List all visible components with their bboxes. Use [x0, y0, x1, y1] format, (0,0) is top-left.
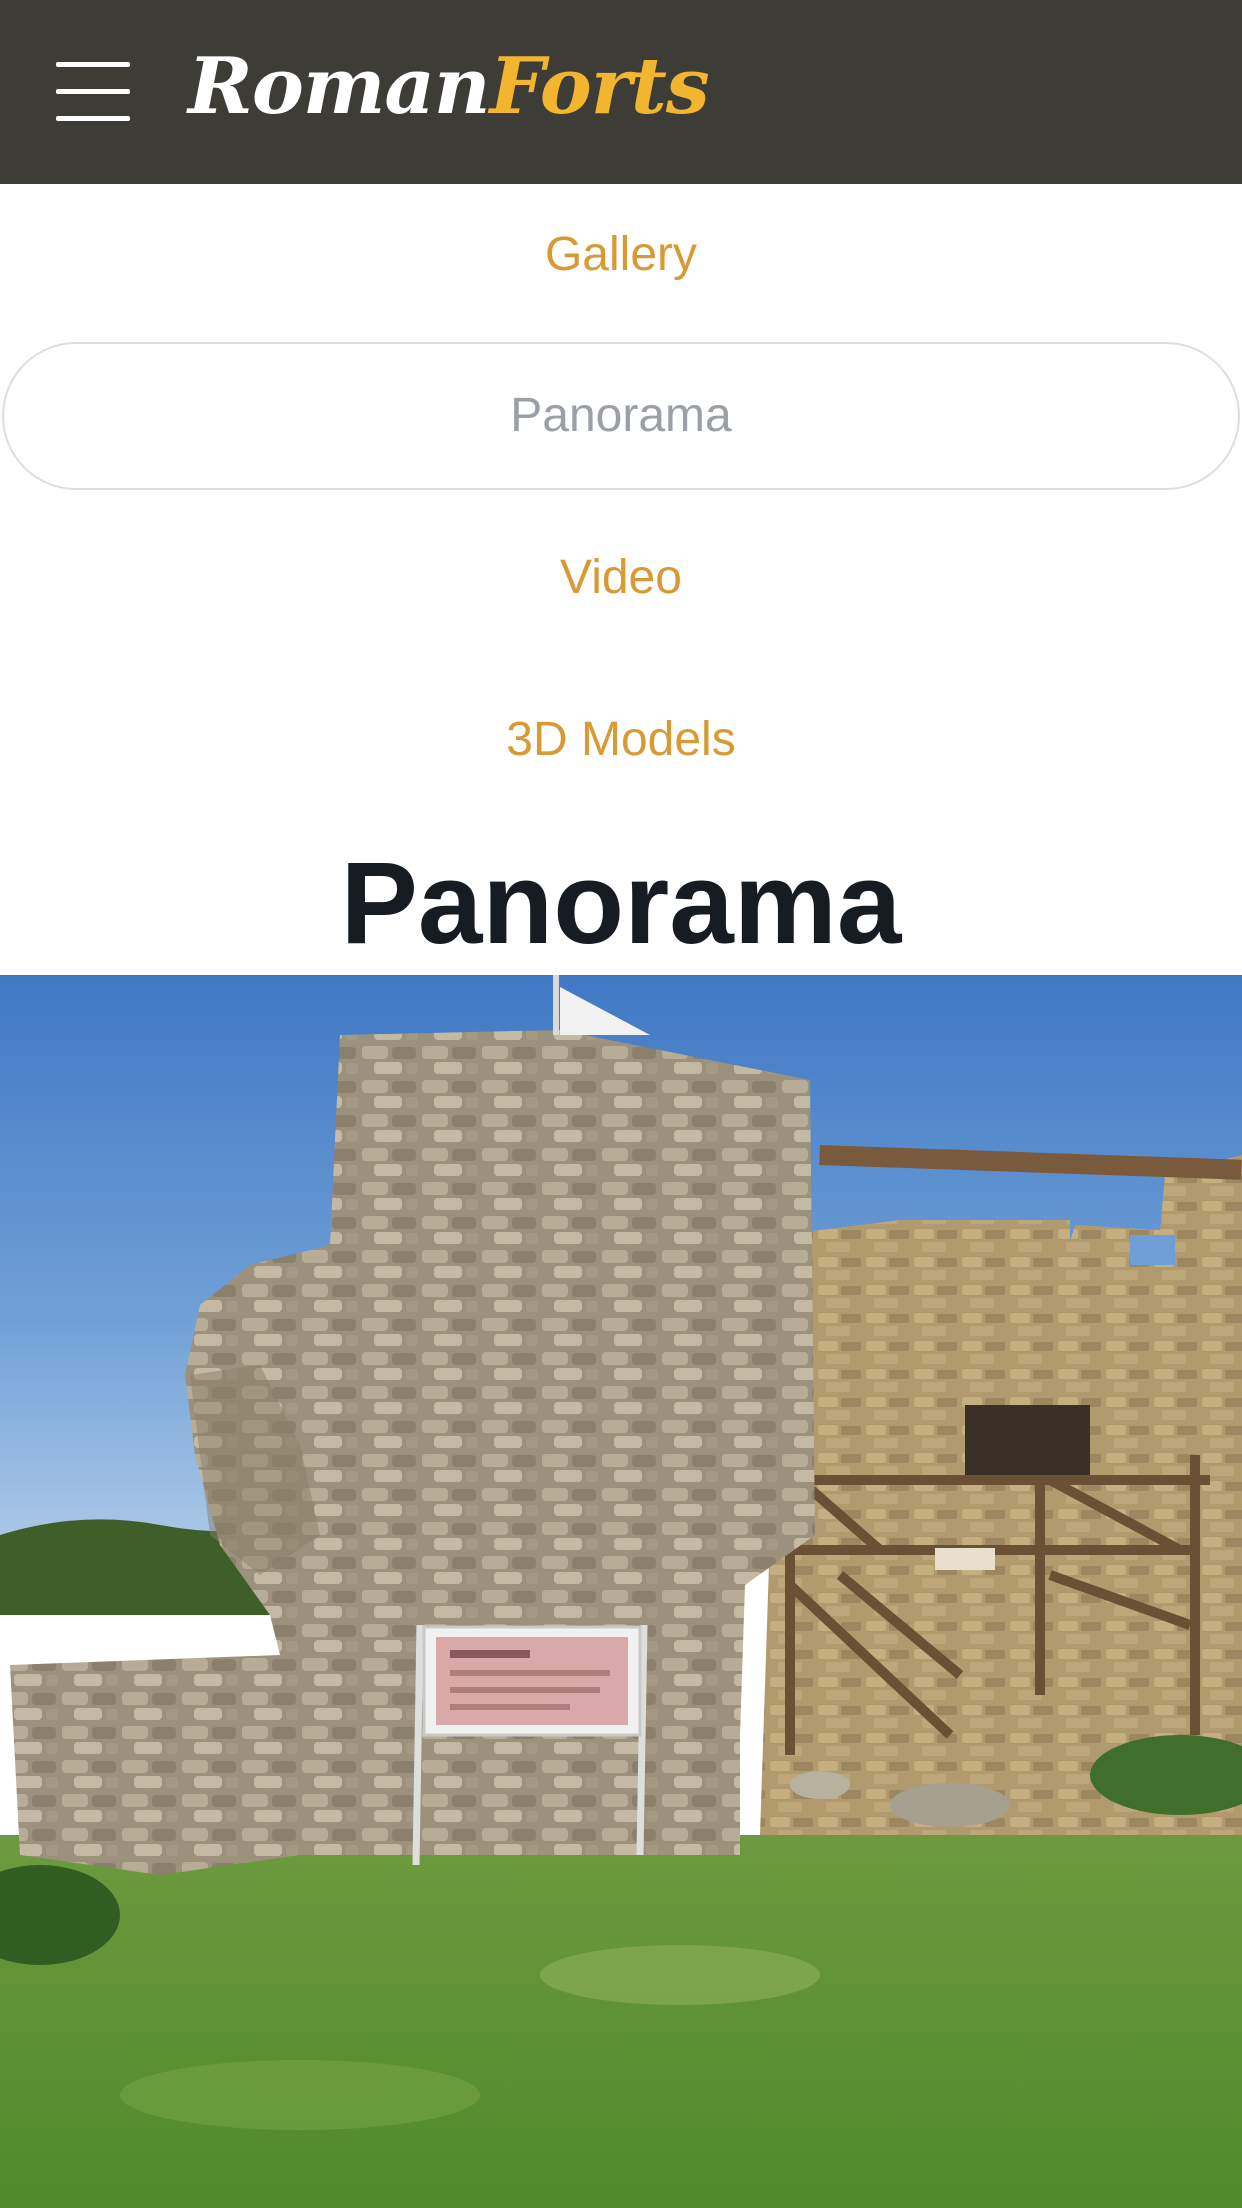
- nav-link-gallery[interactable]: Gallery: [0, 222, 1242, 288]
- site-logo[interactable]: RomanForts: [188, 32, 710, 142]
- nav-link-video[interactable]: Video: [0, 545, 1242, 611]
- menu-line: [56, 62, 130, 67]
- app-header: RomanForts: [0, 0, 1242, 184]
- nav-link-panorama[interactable]: Panorama: [2, 342, 1240, 490]
- page-title: Panorama: [340, 838, 902, 968]
- menu-line: [56, 116, 130, 121]
- menu-line: [56, 89, 130, 94]
- grass: [0, 1835, 1242, 2208]
- hamburger-menu-icon[interactable]: [56, 62, 130, 122]
- logo-text-forts: Forts: [489, 41, 710, 132]
- logo-text-roman: Roman: [188, 41, 491, 132]
- panorama-image[interactable]: [0, 975, 1242, 2208]
- nav-link-3d-models[interactable]: 3D Models: [0, 707, 1242, 773]
